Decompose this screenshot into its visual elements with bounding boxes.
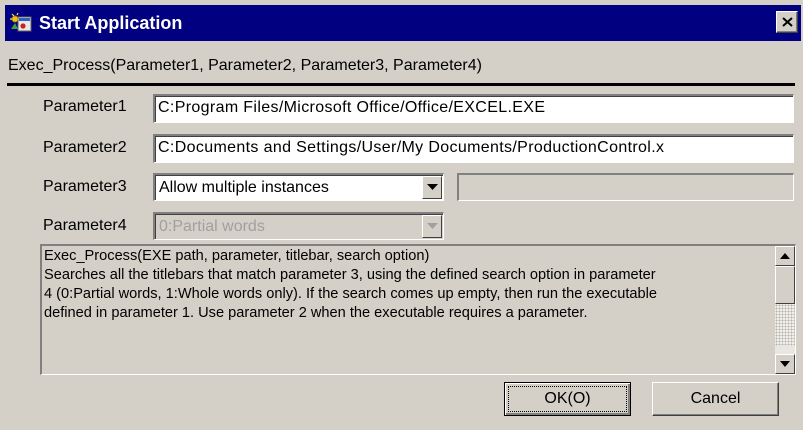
scroll-down-button[interactable] [775, 354, 795, 374]
cancel-button[interactable]: Cancel [652, 382, 779, 416]
parameter3-extra-field [457, 173, 794, 201]
parameter4-label: Parameter4 [43, 217, 127, 234]
scroll-up-button[interactable] [775, 246, 795, 266]
application-icon [10, 12, 32, 32]
parameter2-label: Parameter2 [43, 139, 127, 156]
title-bar[interactable]: Start Application [5, 5, 801, 41]
function-signature: Exec_Process(Parameter1, Parameter2, Par… [8, 57, 482, 74]
window-title: Start Application [39, 13, 183, 33]
parameter4-dropdown-button[interactable] [422, 215, 442, 238]
parameter4-selected: 0:Partial words [159, 218, 265, 235]
description-line: Exec_Process(EXE path, parameter, titleb… [44, 248, 430, 264]
ok-button[interactable]: OK(O) [504, 382, 631, 416]
parameter2-input[interactable]: C:Documents and Settings/User/My Documen… [153, 134, 794, 163]
description-text: Exec_Process(EXE path, parameter, titleb… [44, 247, 759, 323]
arrow-down-icon [780, 361, 790, 367]
parameter3-label: Parameter3 [43, 178, 127, 195]
parameter1-input[interactable]: C:Program Files/Microsoft Office/Office/… [153, 94, 794, 123]
parameter3-dropdown[interactable]: Allow multiple instances [153, 173, 444, 201]
chevron-down-icon [427, 223, 438, 229]
parameter4-dropdown[interactable]: 0:Partial words [153, 212, 444, 240]
separator [7, 83, 795, 86]
start-application-dialog: Start Application Exec_Process(Parameter… [0, 0, 803, 430]
parameter3-selected: Allow multiple instances [159, 179, 329, 196]
description-line: Searches all the titlebars that match pa… [44, 267, 656, 283]
arrow-up-icon [780, 253, 790, 259]
ok-button-label: OK(O) [508, 386, 627, 412]
scroll-track[interactable] [775, 304, 795, 346]
close-icon [782, 17, 793, 27]
parameter1-label: Parameter1 [43, 98, 127, 115]
vertical-scrollbar[interactable] [775, 246, 795, 374]
parameter3-dropdown-button[interactable] [422, 176, 442, 199]
chevron-down-icon [427, 184, 438, 190]
close-button[interactable] [776, 11, 798, 33]
description-line: 4 (0:Partial words, 1:Whole words only).… [44, 286, 657, 302]
description-line: defined in parameter 1. Use parameter 2 … [44, 305, 588, 321]
scroll-thumb[interactable] [775, 266, 795, 304]
description-box[interactable]: Exec_Process(EXE path, parameter, titleb… [40, 244, 796, 375]
